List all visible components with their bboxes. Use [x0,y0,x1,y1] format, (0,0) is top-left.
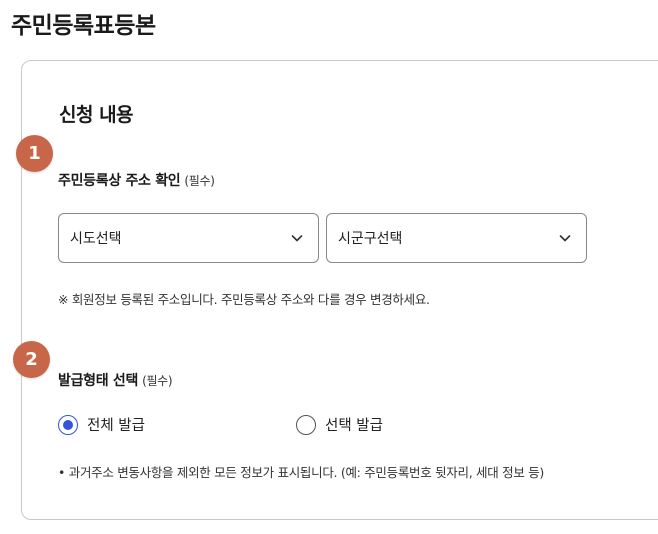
radio-button-unchecked[interactable] [296,414,316,435]
sido-select-value: 시도선택 [70,231,122,247]
sido-select[interactable]: 시도선택 [58,213,319,263]
radio-full-issue[interactable]: 전체 발급 [58,414,145,435]
sigungu-select[interactable]: 시군구선택 [326,213,587,263]
required-marker: (필수) [142,374,173,388]
section-title: 신청 내용 [59,104,134,126]
address-note: ※ 회원정보 등록된 주소입니다. 주민등록상 주소와 다를 경우 변경하세요. [58,292,430,307]
radio-selective-issue[interactable]: 선택 발급 [296,414,383,435]
radio-button-checked[interactable] [58,414,78,435]
issue-type-label-text: 발급형태 선택 [58,373,139,389]
issue-type-note: • 과거주소 변동사항을 제외한 모든 정보가 표시됩니다. (예: 주민등록번… [58,465,544,480]
chevron-down-icon [291,235,303,242]
radio-selective-issue-label: 선택 발급 [325,418,383,434]
step-badge-2: 2 [13,341,50,378]
page-title: 주민등록표등본 [11,13,156,39]
address-field-label: 주민등록상 주소 확인 (필수) [58,170,215,190]
address-label-text: 주민등록상 주소 확인 [58,173,181,189]
issue-type-field-label: 발급형태 선택 (필수) [58,370,173,390]
sigungu-select-value: 시군구선택 [338,231,403,247]
radio-full-issue-label: 전체 발급 [87,418,145,434]
chevron-down-icon [559,235,571,242]
radio-dot [63,419,73,430]
required-marker: (필수) [184,174,215,188]
step-badge-1: 1 [16,135,53,172]
